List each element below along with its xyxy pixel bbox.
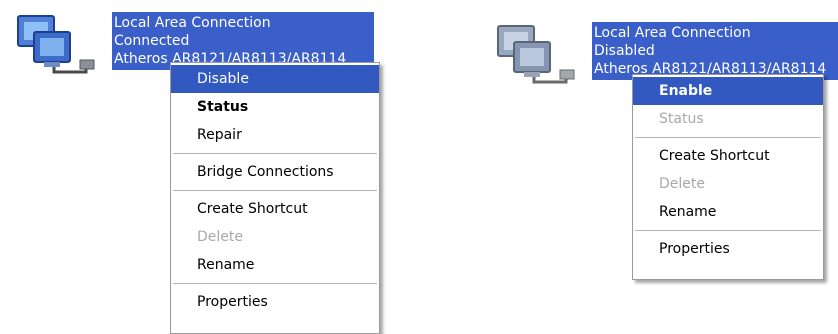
menu-item-properties[interactable]: Properties [171, 288, 379, 316]
menu-item-enable[interactable]: Enable [633, 77, 823, 105]
menu-item-status[interactable]: Status [171, 93, 379, 121]
menu-item-bridge-connections[interactable]: Bridge Connections [171, 158, 379, 186]
menu-separator [173, 153, 377, 154]
menu-item-create-shortcut[interactable]: Create Shortcut [633, 142, 823, 170]
menu-item-rename[interactable]: Rename [633, 198, 823, 226]
menu-separator [635, 230, 821, 231]
connection-name: Local Area Connection [114, 15, 271, 31]
menu-item-repair[interactable]: Repair [171, 121, 379, 149]
connection-status: Disabled [594, 43, 655, 59]
left-connection-panel: Local Area Connection Connected Atheros … [0, 0, 420, 334]
menu-separator [173, 283, 377, 284]
menu-separator [173, 190, 377, 191]
menu-item-disable[interactable]: Disable [171, 65, 379, 93]
connection-status: Connected [114, 33, 190, 49]
network-connection-icon[interactable] [494, 20, 584, 90]
connection-label[interactable]: Local Area Connection Disabled Atheros A… [592, 22, 838, 80]
menu-item-status: Status [659, 111, 704, 127]
context-menu: Disable Status Repair Bridge Connections… [170, 62, 380, 334]
menu-item-delete: Delete [197, 229, 243, 245]
menu-separator [635, 137, 821, 138]
menu-item-rename[interactable]: Rename [171, 251, 379, 279]
connection-name: Local Area Connection [594, 25, 751, 41]
menu-item-delete: Delete [659, 176, 705, 192]
menu-item-create-shortcut[interactable]: Create Shortcut [171, 195, 379, 223]
network-connection-icon[interactable] [14, 10, 104, 80]
context-menu: Enable Status Create Shortcut Delete Ren… [632, 74, 824, 280]
menu-item-properties[interactable]: Properties [633, 235, 823, 263]
right-connection-panel: Local Area Connection Disabled Atheros A… [420, 0, 838, 334]
